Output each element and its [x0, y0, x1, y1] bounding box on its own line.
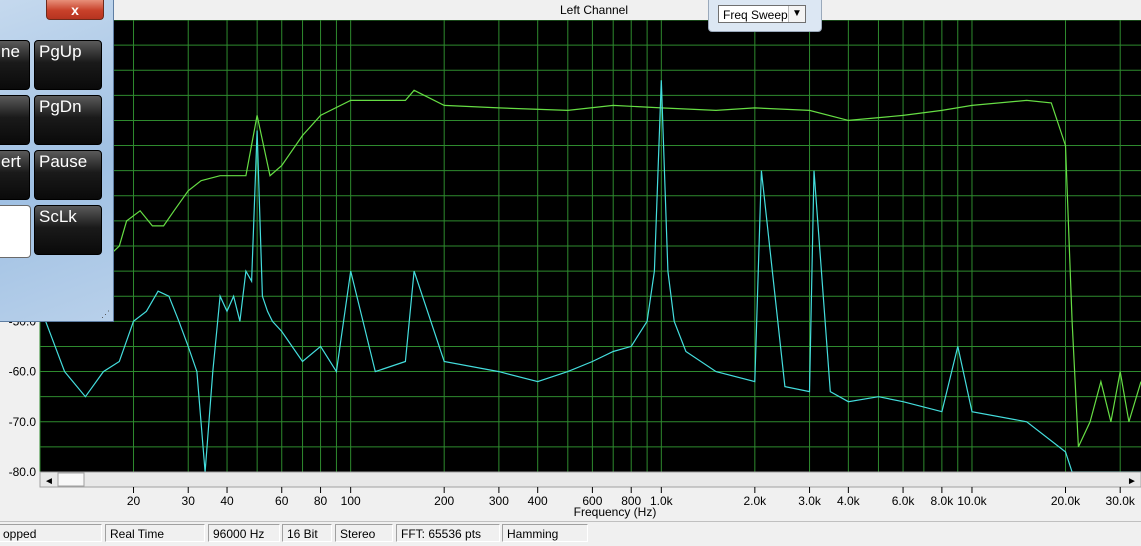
- x-tick-label: 8.0k: [931, 494, 955, 508]
- status-bar: opped Real Time 96000 Hz 16 Bit Stereo F…: [0, 521, 1141, 546]
- status-window: Hamming: [502, 524, 588, 542]
- spectrum-plot[interactable]: -50.0-60.0-70.0-80.0◄►203040608010020030…: [0, 20, 1141, 520]
- key-insert[interactable]: ert: [0, 150, 30, 200]
- x-tick-label: 20.0k: [1051, 494, 1081, 508]
- scroll-left-icon: ◄: [44, 476, 54, 487]
- x-tick-label: 300: [489, 494, 509, 508]
- x-tick-label: 30.0k: [1106, 494, 1136, 508]
- x-tick-label: 3.0k: [798, 494, 822, 508]
- x-tick-label: 2.0k: [743, 494, 767, 508]
- keyboard-close-button[interactable]: x: [46, 0, 104, 20]
- sweep-toolbar: Freq Sweep ▼: [708, 0, 822, 32]
- x-tick-label: 20: [127, 494, 141, 508]
- window-title: Left Channel: [559, 3, 629, 17]
- key-pgdn[interactable]: PgDn: [34, 95, 102, 145]
- x-tick-label: 10.0k: [957, 494, 987, 508]
- y-tick-label: -70.0: [9, 415, 37, 429]
- on-screen-keyboard: x ne PgUp PgDn ert Pause ScLk ⋰: [0, 0, 114, 322]
- plot-title-bar: Left Channel: [0, 0, 1141, 21]
- y-tick-label: -60.0: [9, 365, 37, 379]
- scroll-right-icon: ►: [1127, 476, 1137, 487]
- status-bit-depth: 16 Bit: [282, 524, 332, 542]
- x-tick-label: 80: [314, 494, 328, 508]
- sweep-mode-select[interactable]: Freq Sweep ▼: [718, 5, 806, 23]
- horizontal-scrollbar: [39, 471, 1141, 488]
- status-state: opped: [0, 524, 102, 542]
- x-axis-label: Frequency (Hz): [574, 505, 657, 519]
- y-tick-label: -80.0: [9, 465, 37, 479]
- key-home[interactable]: ne: [0, 40, 30, 90]
- x-tick-label: 100: [341, 494, 361, 508]
- key-pgup[interactable]: PgUp: [34, 40, 102, 90]
- x-tick-label: 200: [434, 494, 454, 508]
- status-channels: Stereo: [335, 524, 393, 542]
- x-tick-label: 4.0k: [837, 494, 861, 508]
- key-end[interactable]: [0, 95, 30, 145]
- x-tick-label: 40: [220, 494, 234, 508]
- chevron-down-icon[interactable]: ▼: [788, 6, 805, 22]
- status-sample-rate: 96000 Hz: [208, 524, 280, 542]
- key-pause[interactable]: Pause: [34, 150, 102, 200]
- key-sclk[interactable]: ScLk: [34, 205, 102, 255]
- status-fft-size: FFT: 65536 pts: [396, 524, 500, 542]
- spectrum-chart-svg: -50.0-60.0-70.0-80.0◄►203040608010020030…: [0, 20, 1141, 520]
- scrollbar-thumb: [57, 472, 85, 487]
- x-tick-label: 400: [528, 494, 548, 508]
- resize-grip-icon[interactable]: ⋰: [101, 309, 111, 319]
- sweep-mode-value: Freq Sweep: [723, 8, 788, 22]
- x-tick-label: 30: [182, 494, 196, 508]
- x-tick-label: 60: [275, 494, 289, 508]
- status-mode: Real Time: [105, 524, 205, 542]
- key-blank[interactable]: [0, 205, 31, 258]
- x-tick-label: 6.0k: [892, 494, 916, 508]
